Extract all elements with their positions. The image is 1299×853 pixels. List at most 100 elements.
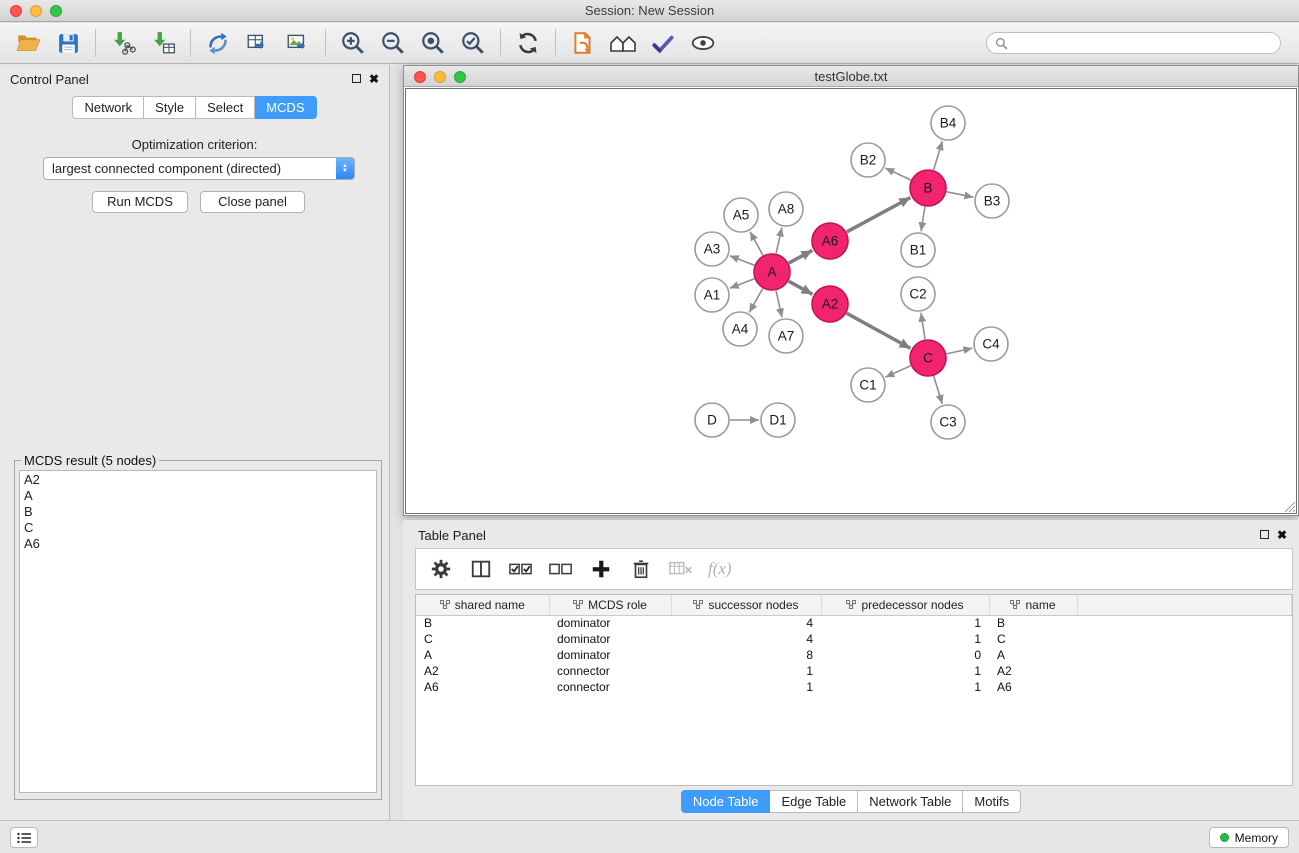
close-panel-icon[interactable]: ✖ <box>369 72 379 86</box>
save-session-button[interactable] <box>48 26 88 60</box>
column-header-predecessor-nodes[interactable]: predecessor nodes <box>821 595 989 615</box>
open-recent-button[interactable] <box>563 26 603 60</box>
node-B4[interactable]: B4 <box>931 106 965 140</box>
refresh-button[interactable] <box>508 26 548 60</box>
function-builder-button[interactable]: f(x) <box>708 559 732 579</box>
run-mcds-button[interactable]: Run MCDS <box>92 191 188 213</box>
open-session-button[interactable] <box>8 26 48 60</box>
export-table-button[interactable] <box>238 26 278 60</box>
search-input[interactable] <box>1013 36 1272 51</box>
edge-A-A6[interactable] <box>789 250 813 263</box>
node-table-container[interactable]: shared nameMCDS rolesuccessor nodesprede… <box>415 594 1293 786</box>
memory-button[interactable]: Memory <box>1209 827 1289 848</box>
node-A5[interactable]: A5 <box>724 198 758 232</box>
table-float-panel-icon[interactable] <box>1260 528 1269 542</box>
tab-mcds[interactable]: MCDS <box>255 96 316 119</box>
node-C1[interactable]: C1 <box>851 368 885 402</box>
node-B3[interactable]: B3 <box>975 184 1009 218</box>
edge-A-A7[interactable] <box>776 291 782 318</box>
zoom-selected-button[interactable] <box>453 26 493 60</box>
edge-A-A4[interactable] <box>749 289 762 313</box>
node-A[interactable]: A <box>754 254 790 290</box>
search-field[interactable] <box>986 32 1281 54</box>
deselect-all-button[interactable] <box>548 556 574 582</box>
mcds-result-item[interactable]: B <box>24 504 372 520</box>
edge-A-A2[interactable] <box>789 281 813 294</box>
edge-B-B3[interactable] <box>947 192 974 197</box>
import-table-button[interactable] <box>143 26 183 60</box>
edge-B-B4[interactable] <box>934 141 943 170</box>
show-hide-button[interactable] <box>683 26 723 60</box>
edge-C-C2[interactable] <box>921 313 925 339</box>
table-settings-button[interactable] <box>428 556 454 582</box>
node-A8[interactable]: A8 <box>769 192 803 226</box>
node-C3[interactable]: C3 <box>931 405 965 439</box>
node-B2[interactable]: B2 <box>851 143 885 177</box>
column-header-successor-nodes[interactable]: successor nodes <box>671 595 821 615</box>
node-D[interactable]: D <box>695 403 729 437</box>
zoom-out-button[interactable] <box>373 26 413 60</box>
edge-C-C1[interactable] <box>885 366 910 377</box>
edge-A2-C[interactable] <box>847 313 911 348</box>
node-A1[interactable]: A1 <box>695 278 729 312</box>
edge-A6-B[interactable] <box>847 198 911 232</box>
node-B1[interactable]: B1 <box>901 233 935 267</box>
optimization-criterion-dropdown[interactable]: largest connected component (directed) ▲… <box>43 157 355 180</box>
node-A4[interactable]: A4 <box>723 312 757 346</box>
tab-motifs[interactable]: Motifs <box>963 790 1021 813</box>
network-graph[interactable]: B4B2BB3A5A8A6A3AB1A1A2C2A4A7C4CC1C3DD1 <box>406 89 1298 516</box>
edge-A-A1[interactable] <box>730 279 755 288</box>
node-C4[interactable]: C4 <box>974 327 1008 361</box>
node-A7[interactable]: A7 <box>769 319 803 353</box>
column-header-name[interactable]: name <box>989 595 1077 615</box>
import-network-button[interactable] <box>103 26 143 60</box>
edge-A-A3[interactable] <box>730 256 755 265</box>
select-all-button[interactable] <box>508 556 534 582</box>
mcds-result-item[interactable]: A6 <box>24 536 372 552</box>
mcds-result-list[interactable]: A2ABCA6 <box>19 470 377 793</box>
node-D1[interactable]: D1 <box>761 403 795 437</box>
edge-B-B1[interactable] <box>921 207 925 231</box>
network-canvas[interactable]: B4B2BB3A5A8A6A3AB1A1A2C2A4A7C4CC1C3DD1 <box>405 88 1297 514</box>
table-row[interactable]: Adominator80A <box>416 647 1292 663</box>
mcds-result-item[interactable]: A <box>24 488 372 504</box>
edge-B-B2[interactable] <box>885 168 911 180</box>
node-C[interactable]: C <box>910 340 946 376</box>
tab-select[interactable]: Select <box>196 96 255 119</box>
table-close-panel-icon[interactable]: ✖ <box>1277 528 1287 542</box>
tab-style[interactable]: Style <box>144 96 196 119</box>
resize-grip-icon[interactable] <box>1282 499 1296 513</box>
node-A2[interactable]: A2 <box>812 286 848 322</box>
network-tools-button[interactable] <box>198 26 238 60</box>
delete-table-button[interactable] <box>668 556 694 582</box>
delete-column-button[interactable] <box>628 556 654 582</box>
apply-style-button[interactable] <box>643 26 683 60</box>
add-column-button[interactable] <box>588 556 614 582</box>
node-C2[interactable]: C2 <box>901 277 935 311</box>
zoom-in-button[interactable] <box>333 26 373 60</box>
edge-A-A8[interactable] <box>776 228 782 254</box>
table-row[interactable]: Bdominator41B <box>416 615 1292 631</box>
show-columns-button[interactable] <box>468 556 494 582</box>
node-B[interactable]: B <box>910 170 946 206</box>
tab-node-table[interactable]: Node Table <box>681 790 771 813</box>
column-header-shared-name[interactable]: shared name <box>416 595 549 615</box>
home-layout-button[interactable] <box>603 26 643 60</box>
column-header-MCDS-role[interactable]: MCDS role <box>549 595 671 615</box>
table-row[interactable]: A6connector11A6 <box>416 679 1292 695</box>
table-row[interactable]: Cdominator41C <box>416 631 1292 647</box>
edge-C-C4[interactable] <box>947 348 973 354</box>
task-history-button[interactable] <box>10 827 38 848</box>
mcds-result-item[interactable]: A2 <box>24 472 372 488</box>
close-panel-button[interactable]: Close panel <box>200 191 305 213</box>
node-A3[interactable]: A3 <box>695 232 729 266</box>
float-panel-icon[interactable] <box>352 72 361 86</box>
table-row[interactable]: A2connector11A2 <box>416 663 1292 679</box>
mcds-result-item[interactable]: C <box>24 520 372 536</box>
zoom-fit-button[interactable] <box>413 26 453 60</box>
edge-C-C3[interactable] <box>934 376 943 404</box>
tab-network[interactable]: Network <box>72 96 144 119</box>
tab-edge-table[interactable]: Edge Table <box>770 790 858 813</box>
export-image-button[interactable] <box>278 26 318 60</box>
edge-A-A5[interactable] <box>750 232 763 256</box>
